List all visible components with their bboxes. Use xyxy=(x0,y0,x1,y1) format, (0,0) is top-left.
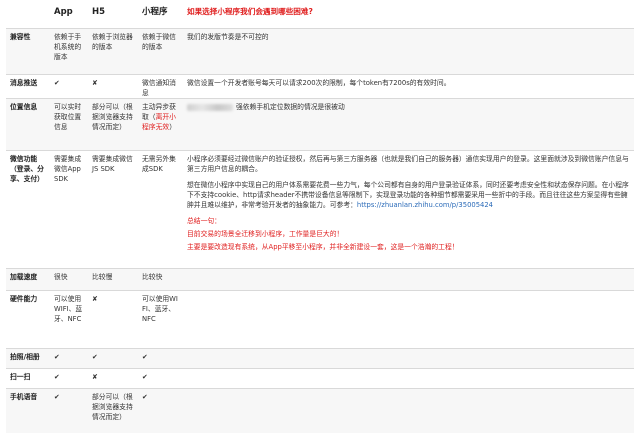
cross-icon: ✘ xyxy=(92,79,98,87)
row-label: 拍照/相册 xyxy=(10,353,40,361)
mini-program-cell: 依赖于微信的版本 xyxy=(142,33,176,51)
header-app: App xyxy=(54,7,73,17)
blurred-redaction xyxy=(187,103,233,111)
mini-program-cell: 无需另外集成SDK xyxy=(142,155,176,173)
h5-cell: 依赖于浏览器的版本 xyxy=(92,33,133,51)
note-cell: 小程序必须要经过微信账户的验证授权，然后再与第三方服务器（也就是我们自己的服务器… xyxy=(183,151,634,255)
note-paragraph-2: 想在微信小程序中实现自己的用户体系需要花费一些力气，每个公司都有自身的用户登录验… xyxy=(187,180,630,210)
row-label: 位置信息 xyxy=(10,103,38,111)
summary-title: 总结一句： xyxy=(187,217,221,225)
summary-line-1: 目前交易的场景全迁移到小程序，工作量是巨大的！ xyxy=(187,230,344,238)
table-row-hardware: 硬件能力 可以使用WIFI、蓝牙、NFC ✘ 可以使用WIFI、蓝牙、NFC xyxy=(6,290,634,349)
table-row-load-speed: 加载速度 很快 比较慢 比较快 xyxy=(6,268,634,291)
check-icon: ✔ xyxy=(142,353,148,361)
note-text: 强依赖手机定位数据的情况是很被动 xyxy=(236,103,345,111)
check-icon: ✔ xyxy=(54,373,60,381)
app-cell: 需要集成微信App SDK xyxy=(54,155,82,183)
header-h5: H5 xyxy=(92,7,106,17)
h5-cell: 比较慢 xyxy=(92,273,113,281)
check-icon: ✔ xyxy=(54,393,60,401)
note-cell: 微信设置一个开发者账号每天可以请求200次的限制，每个token有7200s的有… xyxy=(187,79,451,87)
h5-cell: 部分可以（根据浏览器支持情况而定） xyxy=(92,393,133,421)
h5-cell: 部分可以（根据浏览器支持情况而定） xyxy=(92,103,133,131)
table-row-location: 位置信息 可以实时获取位置信息 部分可以（根据浏览器支持情况而定） 主动异步获取… xyxy=(6,98,634,151)
table-row-push: 消息推送 ✔ ✘ 微信通知消息 微信设置一个开发者账号每天可以请求200次的限制… xyxy=(6,74,634,99)
row-label: 硬件能力 xyxy=(10,295,38,303)
reference-link[interactable]: https://zhuanlan.zhihu.com/p/35005424 xyxy=(357,201,493,209)
summary-line-2: 主要是要改造现有系统，从App平移至小程序，并非全新建设一套，这是一个浩瀚的工程… xyxy=(187,243,459,251)
mini-program-cell: 主动异步获取（离开小程序无效） xyxy=(138,99,183,135)
table-header-row: App H5 小程序 如果选择小程序我们会遇到哪些困难? xyxy=(6,0,634,28)
check-icon: ✔ xyxy=(54,79,60,87)
table-row-voice: 手机语音 ✔ 部分可以（根据浏览器支持情况而定） ✔ xyxy=(6,388,634,433)
app-cell: 依赖于手机系统的版本 xyxy=(54,33,82,61)
row-label: 扫一扫 xyxy=(10,373,31,381)
app-cell: 可以实时获取位置信息 xyxy=(54,103,82,131)
note-cell xyxy=(183,269,634,275)
note-cell xyxy=(183,369,634,375)
cross-icon: ✘ xyxy=(92,373,98,381)
note-cell xyxy=(183,291,634,297)
table-row-scan: 扫一扫 ✔ ✘ ✔ xyxy=(6,368,634,389)
check-icon: ✔ xyxy=(142,373,148,381)
row-label: 消息推送 xyxy=(10,79,38,87)
note-cell xyxy=(183,349,634,355)
row-label: 微信功能（登录、分享、支付） xyxy=(10,155,44,183)
h5-cell: 需要集成微信JS SDK xyxy=(92,155,133,173)
check-icon: ✔ xyxy=(54,353,60,361)
note-paragraph-1: 小程序必须要经过微信账户的验证授权，然后再与第三方服务器（也就是我们自己的服务器… xyxy=(187,155,629,173)
app-cell: 很快 xyxy=(54,273,68,281)
table-row-wechat-features: 微信功能（登录、分享、支付） 需要集成微信App SDK 需要集成微信JS SD… xyxy=(6,150,634,269)
mini-program-cell: 比较快 xyxy=(142,273,163,281)
comparison-table: App H5 小程序 如果选择小程序我们会遇到哪些困难? 兼容性 依赖于手机系统… xyxy=(6,0,634,433)
check-icon: ✔ xyxy=(142,393,148,401)
check-icon: ✔ xyxy=(92,353,98,361)
header-empty-cell xyxy=(6,0,50,9)
app-cell: 可以使用WIFI、蓝牙、NFC xyxy=(54,295,83,323)
cross-icon: ✘ xyxy=(92,295,98,303)
note-cell: 强依赖手机定位数据的情况是很被动 xyxy=(183,99,634,115)
row-label: 兼容性 xyxy=(10,33,31,41)
row-label: 加载速度 xyxy=(10,273,38,281)
table-row-compatibility: 兼容性 依赖于手机系统的版本 依赖于浏览器的版本 依赖于微信的版本 我们的发版节… xyxy=(6,28,634,75)
note-cell: 我们的发版节奏是不可控的 xyxy=(187,33,269,41)
note-cell xyxy=(183,389,634,395)
table-row-camera: 拍照/相册 ✔ ✔ ✔ xyxy=(6,348,634,369)
header-mini-program: 小程序 xyxy=(142,7,168,17)
header-question: 如果选择小程序我们会遇到哪些困难? xyxy=(187,7,313,16)
mini-program-cell: 可以使用WIFI、蓝牙、NFC xyxy=(142,295,178,323)
mp-text-end: ） xyxy=(169,123,176,131)
row-label: 手机语音 xyxy=(10,393,38,401)
